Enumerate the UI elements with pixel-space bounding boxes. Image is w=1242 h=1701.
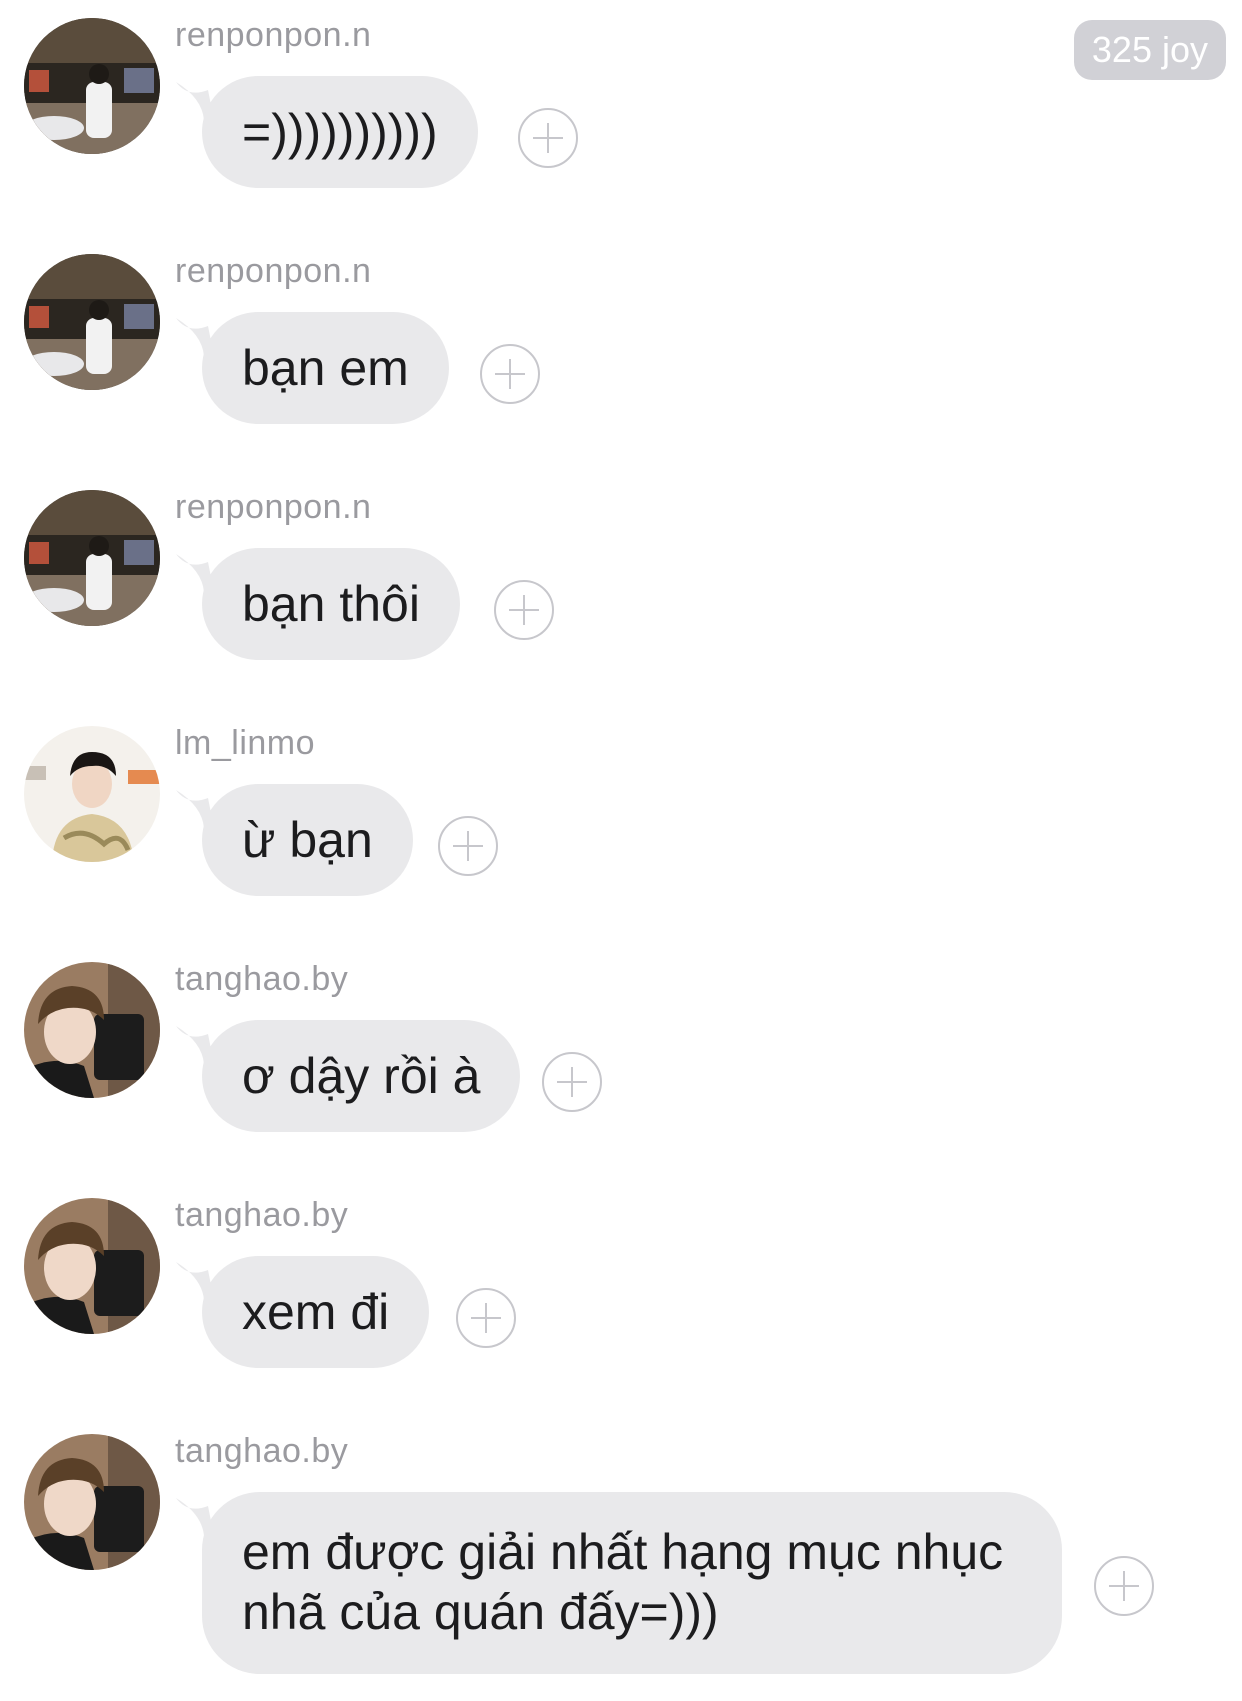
message-bubble[interactable]: ơ dậy rồi à (202, 1020, 521, 1132)
sender-avatar[interactable] (24, 490, 160, 626)
message-row: renponpon.n bạn em (0, 236, 1242, 446)
message-row: renponpon.n =)))))))))) (0, 0, 1242, 210)
message-bubble[interactable]: em được giải nhất hạng mục nhục nhã của … (202, 1492, 1062, 1674)
chat-thread: 325 joy renponpon.n =)))))))))) renponpo… (0, 0, 1242, 1701)
message-bubble-wrap: em được giải nhất hạng mục nhục nhã của … (174, 1492, 1062, 1674)
sender-username[interactable]: renponpon.n (175, 488, 371, 527)
avatar-renponpon-image (24, 490, 160, 626)
message-bubble-wrap: =)))))))))) (174, 76, 478, 188)
avatar-renponpon-image (24, 18, 160, 154)
add-reaction-icon[interactable] (480, 344, 540, 404)
message-bubble-wrap: bạn em (174, 312, 449, 424)
message-bubble[interactable]: ừ bạn (202, 784, 413, 896)
message-row: lm_linmo ừ bạn (0, 708, 1242, 918)
add-reaction-icon[interactable] (518, 108, 578, 168)
avatar-renponpon-image (24, 254, 160, 390)
message-row: renponpon.n bạn thôi (0, 472, 1242, 682)
sender-username[interactable]: renponpon.n (175, 252, 371, 291)
message-bubble[interactable]: =)))))))))) (202, 76, 478, 188)
sender-username[interactable]: lm_linmo (175, 724, 315, 763)
add-reaction-icon[interactable] (456, 1288, 516, 1348)
sender-avatar[interactable] (24, 962, 160, 1098)
sender-avatar[interactable] (24, 18, 160, 154)
message-row: tanghao.by ơ dậy rồi à (0, 944, 1242, 1154)
add-reaction-icon[interactable] (542, 1052, 602, 1112)
avatar-tanghao-image (24, 1434, 160, 1570)
sender-username[interactable]: tanghao.by (175, 1432, 348, 1471)
sender-avatar[interactable] (24, 254, 160, 390)
message-row: tanghao.by em được giải nhất hạng mục nh… (0, 1416, 1242, 1696)
sender-username[interactable]: renponpon.n (175, 16, 371, 55)
sender-username[interactable]: tanghao.by (175, 960, 348, 999)
add-reaction-icon[interactable] (438, 816, 498, 876)
add-reaction-icon[interactable] (1094, 1556, 1154, 1616)
add-reaction-icon[interactable] (494, 580, 554, 640)
message-bubble[interactable]: bạn thôi (202, 548, 460, 660)
message-bubble-wrap: bạn thôi (174, 548, 460, 660)
message-bubble-wrap: ơ dậy rồi à (174, 1020, 521, 1132)
sender-avatar[interactable] (24, 1434, 160, 1570)
avatar-linmo-image (24, 726, 160, 862)
avatar-tanghao-image (24, 1198, 160, 1334)
message-row: tanghao.by xem đi (0, 1180, 1242, 1390)
sender-avatar[interactable] (24, 726, 160, 862)
message-bubble[interactable]: bạn em (202, 312, 449, 424)
avatar-tanghao-image (24, 962, 160, 1098)
message-bubble-wrap: ừ bạn (174, 784, 413, 896)
message-bubble-wrap: xem đi (174, 1256, 430, 1368)
sender-username[interactable]: tanghao.by (175, 1196, 348, 1235)
message-bubble[interactable]: xem đi (202, 1256, 430, 1368)
sender-avatar[interactable] (24, 1198, 160, 1334)
